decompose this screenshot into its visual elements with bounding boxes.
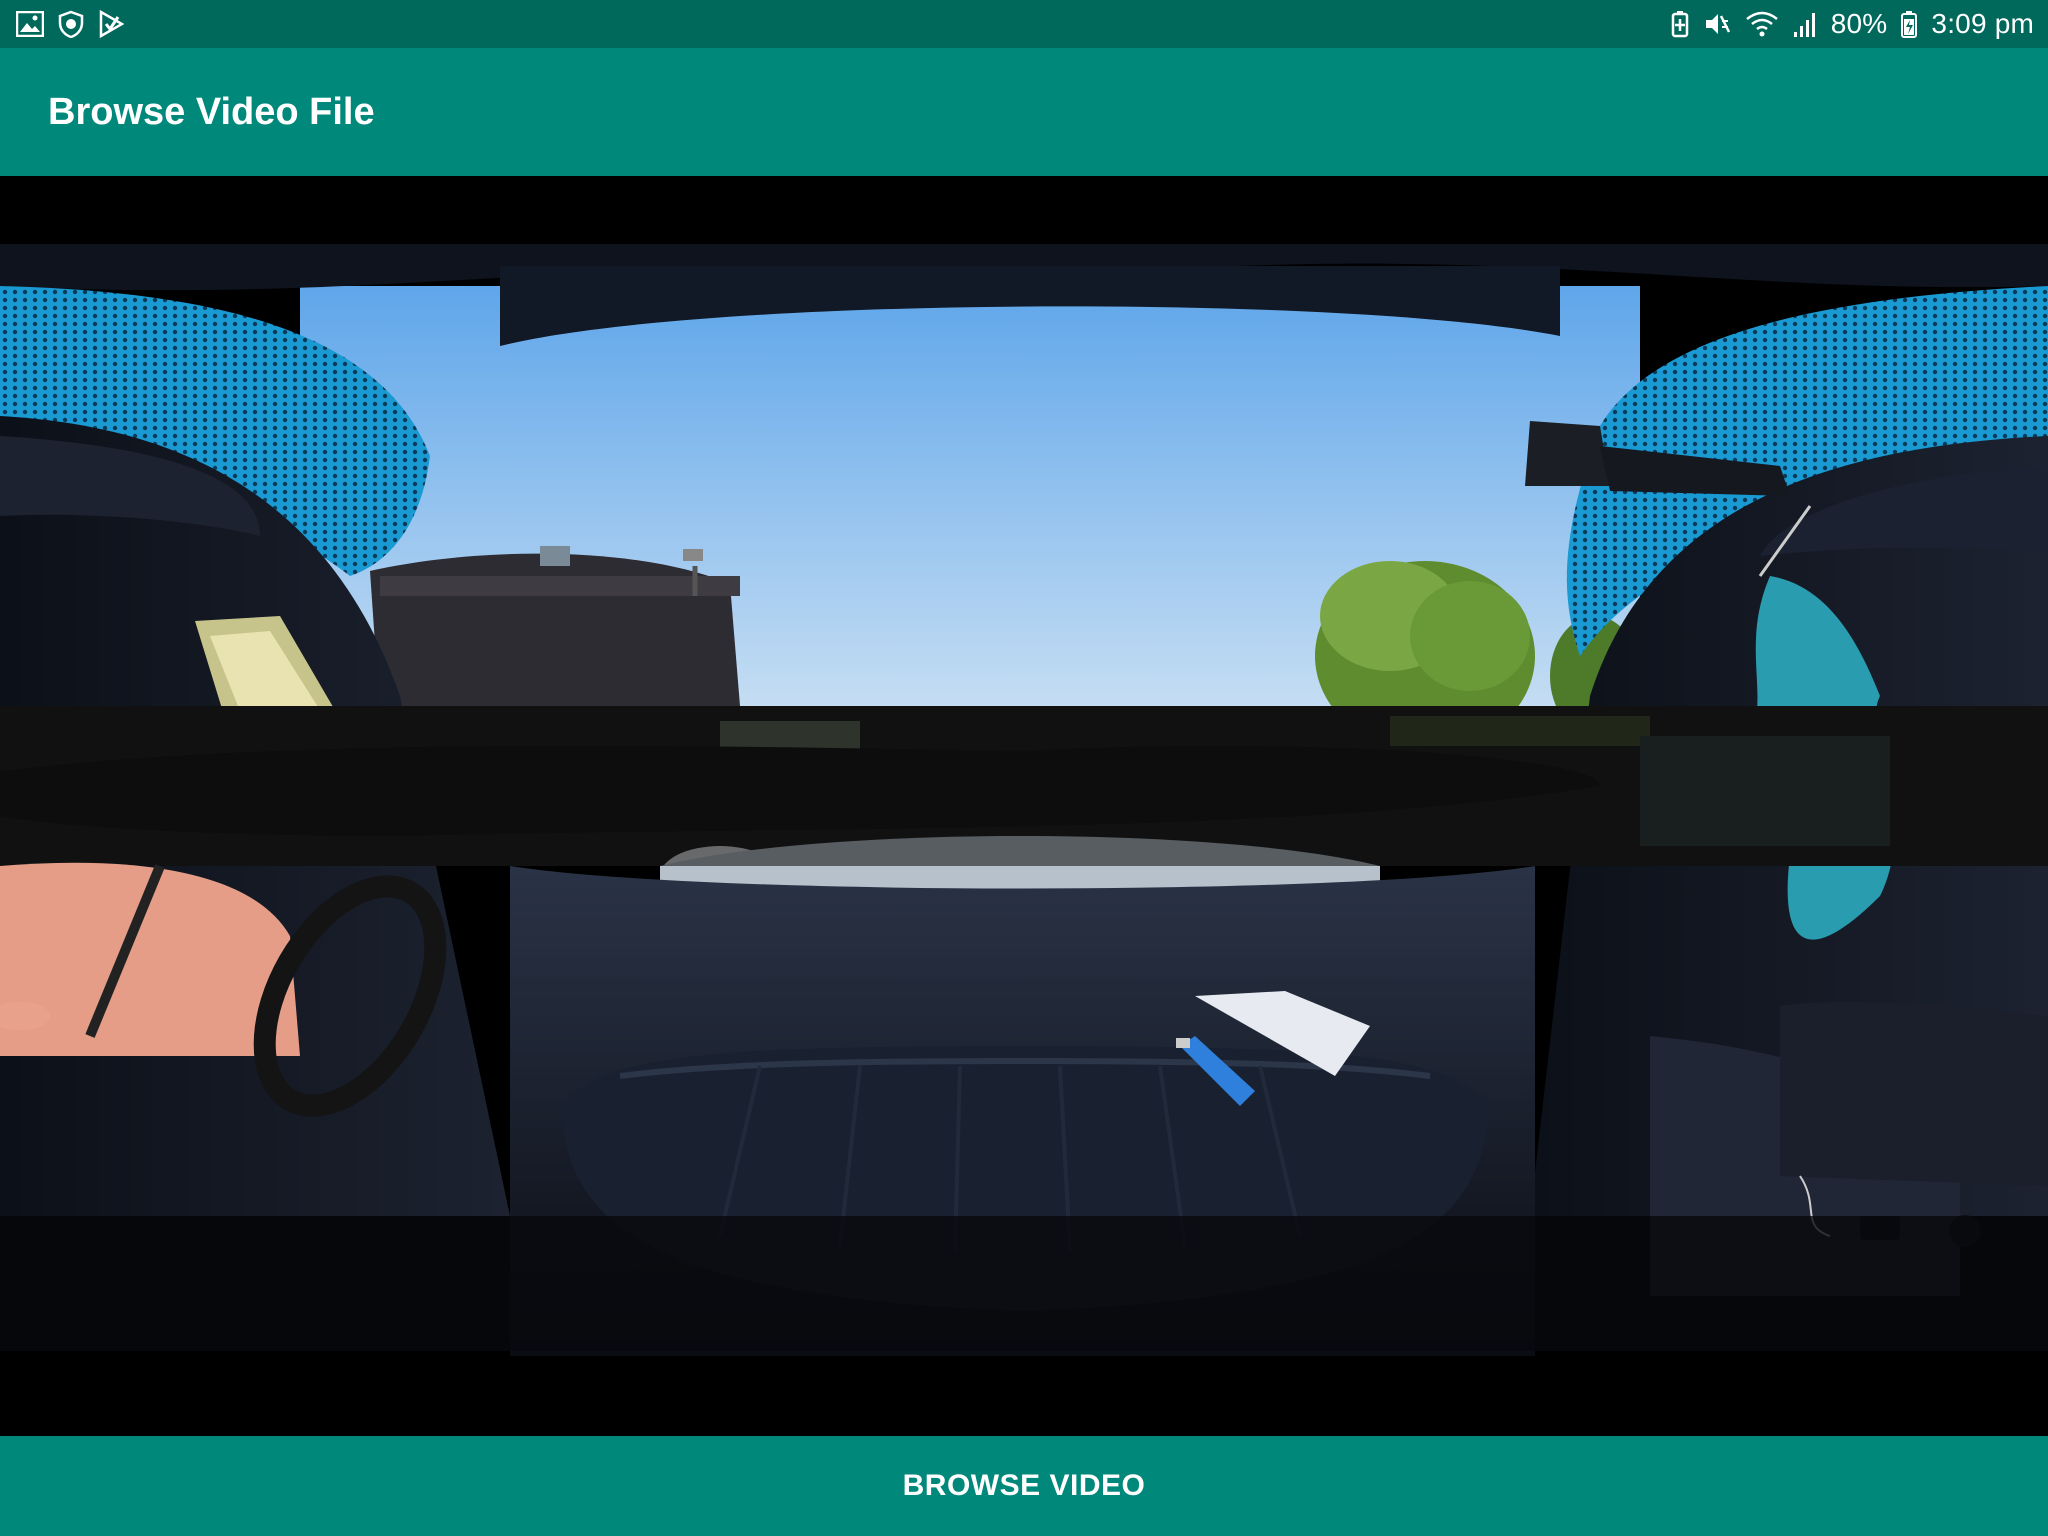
- clock: 3:09 pm: [1931, 8, 2034, 39]
- browse-video-label: BROWSE VIDEO: [902, 1469, 1146, 1502]
- page-title: Browse Video File: [48, 90, 375, 133]
- browse-video-button[interactable]: BROWSE VIDEO: [0, 1436, 2048, 1536]
- battery-icon: [1901, 10, 1918, 38]
- battery-saver-icon: [1671, 10, 1689, 38]
- shield-icon: [58, 10, 84, 38]
- play-store-icon: [98, 10, 124, 38]
- status-left-icons: [16, 10, 124, 38]
- wifi-icon: [1745, 10, 1779, 38]
- battery-percent: 80%: [1830, 8, 1888, 39]
- status-bar: 80% 3:09 pm: [0, 0, 2048, 48]
- video-player[interactable]: [0, 176, 2048, 1436]
- app-bar: Browse Video File: [0, 48, 2048, 176]
- gallery-icon: [16, 11, 44, 37]
- mute-icon: [1703, 10, 1731, 38]
- video-frame: [0, 176, 2048, 1436]
- signal-icon: [1793, 10, 1817, 38]
- status-right-icons: 80% 3:09 pm: [1671, 8, 2034, 40]
